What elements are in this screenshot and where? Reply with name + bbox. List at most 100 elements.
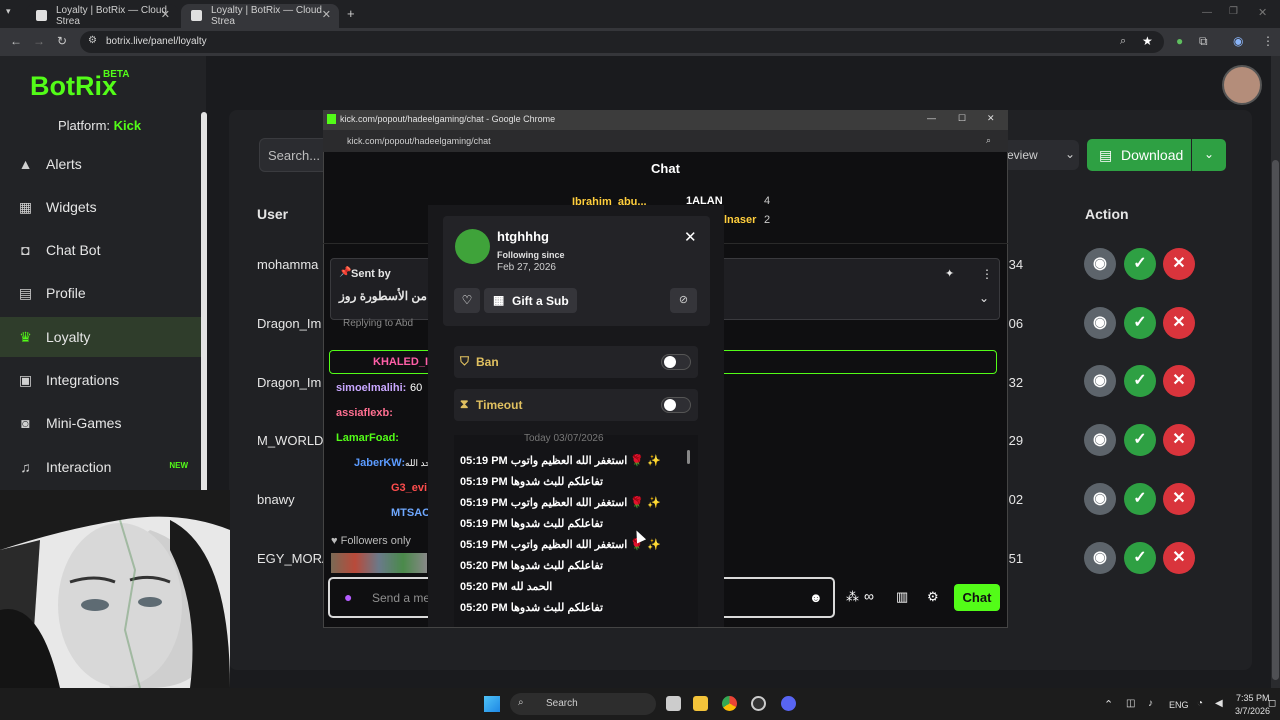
popup-address-bar[interactable]: kick.com/popout/hadeelgaming/chat ⌕ <box>323 130 1008 152</box>
review-select[interactable]: eview ⌄ <box>1003 140 1079 170</box>
download-button[interactable]: ▤ Download <box>1087 139 1191 171</box>
back-icon[interactable]: ← <box>10 34 22 48</box>
close-icon[interactable]: ✕ <box>684 228 697 246</box>
points-icon[interactable]: ⁂ <box>846 589 859 605</box>
site-info-icon[interactable]: ⚙ <box>88 35 97 46</box>
timeout-toggle[interactable] <box>661 397 691 413</box>
microphone-tray-icon[interactable]: ♪ <box>1148 698 1153 709</box>
gift-sub-button[interactable]: ▦ Gift a Sub <box>484 288 577 313</box>
reject-button[interactable]: ✕ <box>1163 248 1195 280</box>
emoji-icon[interactable]: ☻ <box>809 590 823 605</box>
sidebar-item-profile[interactable]: ▤ Profile <box>0 273 204 313</box>
close-tab-icon[interactable]: ✕ <box>322 8 331 21</box>
sidebar-item-interaction[interactable]: ♫ Interaction NEW <box>0 447 204 487</box>
chat-username[interactable]: simoelmalihi: <box>336 382 406 394</box>
discord-icon[interactable] <box>781 696 796 711</box>
chrome-icon[interactable] <box>722 696 737 711</box>
minimize-icon[interactable]: — <box>1202 7 1212 18</box>
card-username[interactable]: htghhhg <box>497 229 549 244</box>
approve-button[interactable]: ✓ <box>1124 542 1156 574</box>
infinity-icon[interactable]: ∞ <box>864 588 874 604</box>
browser-tab-1[interactable]: Loyalty | BotRix — Cloud Strea ✕ <box>26 4 178 28</box>
zoom-icon[interactable]: ⌕ <box>1120 35 1126 48</box>
view-button[interactable]: ◉ <box>1084 365 1116 397</box>
user-avatar[interactable] <box>1222 65 1262 105</box>
sidebar-item-widgets[interactable]: ▦ Widgets <box>0 187 204 227</box>
view-button[interactable]: ◉ <box>1084 483 1116 515</box>
view-button[interactable]: ◉ <box>1084 424 1116 456</box>
sidebar-item-chat-bot[interactable]: ◘ Chat Bot <box>0 230 204 270</box>
tray-chevron-icon[interactable]: ⌃ <box>1104 698 1113 711</box>
address-bar[interactable]: botrix.live/panel/loyalty <box>80 31 1164 53</box>
user-avatar[interactable] <box>455 229 490 264</box>
reject-button[interactable]: ✕ <box>1163 542 1195 574</box>
taskbar-search[interactable]: ⌕ Search <box>510 693 656 715</box>
browser-tab-2[interactable]: Loyalty | BotRix — Cloud Strea ✕ <box>181 4 339 28</box>
reject-button[interactable]: ✕ <box>1163 424 1195 456</box>
forward-icon[interactable]: → <box>33 34 45 48</box>
chat-username[interactable]: MTSAC <box>391 507 430 519</box>
start-icon[interactable] <box>484 696 500 712</box>
extensions-puzzle-icon[interactable]: ⧉ <box>1199 34 1208 49</box>
maximize-icon[interactable]: ☐ <box>958 113 966 124</box>
ban-toggle[interactable] <box>661 354 691 370</box>
restore-icon[interactable]: ❐ <box>1229 6 1238 17</box>
more-options-icon[interactable]: ⋮ <box>981 267 993 281</box>
reload-icon[interactable]: ↻ <box>57 34 67 48</box>
clock-time[interactable]: 7:35 PM <box>1236 693 1270 703</box>
message-history-scrollbar[interactable] <box>687 450 690 464</box>
sidebar-item-alerts[interactable]: ▲ Alerts <box>0 144 204 184</box>
clock-date[interactable]: 3/7/2026 <box>1235 706 1270 716</box>
chat-username[interactable]: KHALED_I <box>373 356 428 368</box>
approve-button[interactable]: ✓ <box>1124 424 1156 456</box>
approve-button[interactable]: ✓ <box>1124 483 1156 515</box>
reject-button[interactable]: ✕ <box>1163 365 1195 397</box>
volume-icon[interactable]: ◀ <box>1215 698 1223 709</box>
profile-icon[interactable]: ◉ <box>1233 34 1243 48</box>
sidebar-scrollbar[interactable] <box>201 112 207 512</box>
approve-button[interactable]: ✓ <box>1124 365 1156 397</box>
notification-icon[interactable]: ◻ <box>1268 698 1276 709</box>
download-options-button[interactable]: ⌄ <box>1192 139 1226 171</box>
approve-button[interactable]: ✓ <box>1124 248 1156 280</box>
reject-button[interactable]: ✕ <box>1163 483 1195 515</box>
file-explorer-icon[interactable] <box>693 696 708 711</box>
pin-icon[interactable]: ✦ <box>945 267 954 280</box>
language-indicator[interactable]: ENG <box>1169 700 1189 710</box>
chat-username[interactable]: JaberKW: <box>354 457 405 469</box>
approve-button[interactable]: ✓ <box>1124 307 1156 339</box>
sidebar-item-loyalty[interactable]: ♛ Loyalty <box>0 317 204 357</box>
follow-heart-button[interactable]: ♡ <box>454 288 480 313</box>
tab-list-button[interactable]: ▾ <box>6 6 20 20</box>
send-chat-button[interactable]: Chat <box>954 584 1000 611</box>
view-button[interactable]: ◉ <box>1084 542 1116 574</box>
zoom-icon[interactable]: ⌕ <box>986 135 991 146</box>
wifi-icon[interactable]: ◔ <box>1197 698 1203 709</box>
chevron-down-icon[interactable]: ⌄ <box>979 291 989 305</box>
network-icon[interactable]: ◫ <box>1126 698 1135 709</box>
view-button[interactable]: ◉ <box>1084 248 1116 280</box>
page-scrollbar-thumb[interactable] <box>1272 160 1279 680</box>
sidebar-item-integrations[interactable]: ▣ Integrations <box>0 360 204 400</box>
obs-icon[interactable] <box>751 696 766 711</box>
mute-button[interactable]: ⊘ <box>670 288 697 313</box>
close-window-icon[interactable]: ✕ <box>987 113 995 124</box>
new-tab-icon[interactable]: + <box>347 6 355 21</box>
view-button[interactable]: ◉ <box>1084 307 1116 339</box>
close-window-icon[interactable]: ✕ <box>1258 6 1267 19</box>
minimize-icon[interactable]: — <box>927 113 936 123</box>
chat-username[interactable]: LamarFoad: <box>336 432 399 444</box>
extension-badge-icon[interactable]: ● <box>1176 34 1183 48</box>
reject-button[interactable]: ✕ <box>1163 307 1195 339</box>
store-icon[interactable]: ▥ <box>896 589 908 605</box>
sidebar-item-mini-games[interactable]: ◙ Mini-Games <box>0 403 204 443</box>
microphone-icon[interactable]: ● <box>344 589 352 605</box>
task-view-icon[interactable] <box>666 696 681 711</box>
close-tab-icon[interactable]: ✕ <box>161 8 170 21</box>
chat-username[interactable]: assiaflexb: <box>336 407 393 419</box>
menu-kebab-icon[interactable]: ⋮ <box>1262 34 1274 48</box>
gifter-name[interactable]: lnaser <box>724 214 756 226</box>
bookmark-star-icon[interactable]: ★ <box>1142 34 1153 48</box>
chat-username[interactable]: G3_evi <box>391 482 427 494</box>
settings-gear-icon[interactable]: ⚙ <box>927 589 939 605</box>
